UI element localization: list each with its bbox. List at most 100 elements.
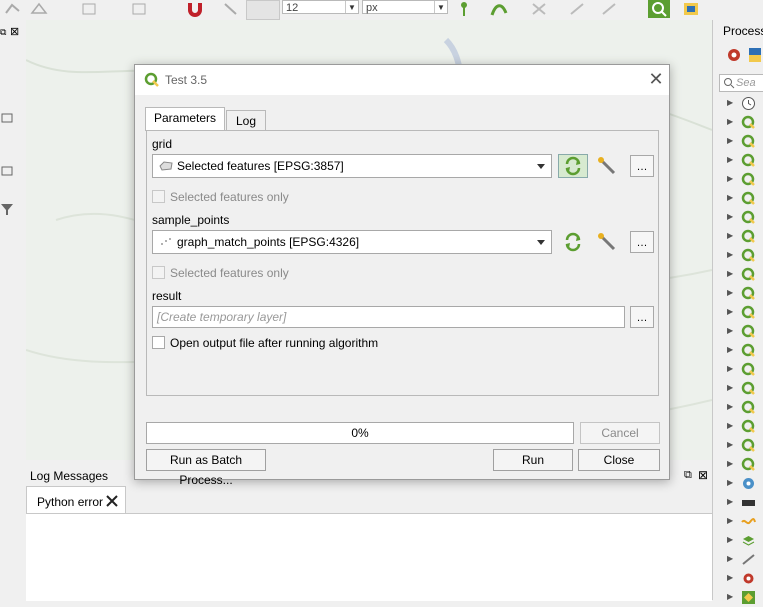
- expand-icon[interactable]: ▶: [727, 516, 733, 525]
- expand-icon[interactable]: ▶: [727, 383, 733, 392]
- grid-selected-only-checkbox[interactable]: [152, 190, 165, 203]
- browse-button[interactable]: …: [630, 155, 654, 177]
- tree-item-gdal[interactable]: ▶: [719, 493, 763, 512]
- tree-item[interactable]: ▶: [719, 208, 763, 227]
- tree-item[interactable]: ▶: [719, 132, 763, 151]
- open-output-checkbox[interactable]: [152, 336, 165, 349]
- cross-tool-icon[interactable]: [530, 1, 548, 17]
- add-part-icon[interactable]: [80, 1, 98, 17]
- expand-icon[interactable]: ▶: [727, 554, 733, 563]
- log-tab-python-error[interactable]: Python error: [26, 486, 126, 513]
- close-button[interactable]: Close: [578, 449, 660, 471]
- snap-type-icon[interactable]: [222, 1, 240, 17]
- tree-item-saga[interactable]: ▶: [719, 474, 763, 493]
- tree-item[interactable]: ▶: [719, 246, 763, 265]
- tree-item[interactable]: ▶: [719, 227, 763, 246]
- digitize-icon[interactable]: [30, 1, 48, 17]
- dock-float-icon[interactable]: ⧉: [0, 27, 6, 38]
- snap-tolerance-spinbox[interactable]: 12 ▼: [282, 0, 359, 14]
- iterate-over-layer-toggle[interactable]: [558, 230, 588, 254]
- output-options-button[interactable]: …: [630, 306, 654, 328]
- expand-icon[interactable]: ▶: [727, 136, 733, 145]
- tolerance-unit-select[interactable]: px ▼: [362, 0, 448, 14]
- tree-item[interactable]: ▶: [719, 379, 763, 398]
- expand-icon[interactable]: ▶: [727, 193, 733, 202]
- tree-item[interactable]: ▶: [719, 398, 763, 417]
- snap-mode-button[interactable]: [246, 0, 280, 20]
- cancel-button[interactable]: Cancel: [580, 422, 660, 444]
- chevron-down-icon[interactable]: [537, 240, 545, 245]
- dock-close-icon[interactable]: ⊠: [698, 468, 708, 482]
- python-scripts-icon[interactable]: [747, 46, 763, 64]
- split-tool-icon[interactable]: [568, 1, 586, 17]
- expand-icon[interactable]: ▶: [727, 98, 733, 107]
- sample-points-layer-select[interactable]: graph_match_points [EPSG:4326]: [152, 230, 552, 254]
- expand-icon[interactable]: ▶: [727, 478, 733, 487]
- chevron-down-icon[interactable]: [537, 164, 545, 169]
- dock-close-icon[interactable]: ⊠: [10, 25, 19, 38]
- close-tab-icon[interactable]: [105, 495, 119, 507]
- snapping-magnet-icon[interactable]: [186, 1, 204, 17]
- reshape-tool-icon[interactable]: [600, 1, 618, 17]
- dock-float-icon[interactable]: ⧉: [684, 469, 692, 482]
- expand-icon[interactable]: ▶: [727, 117, 733, 126]
- expand-icon[interactable]: ▶: [727, 535, 733, 544]
- tree-item[interactable]: ▶: [719, 303, 763, 322]
- node-tool-icon[interactable]: [4, 1, 22, 17]
- expand-icon[interactable]: ▶: [727, 326, 733, 335]
- expand-icon[interactable]: ▶: [727, 269, 733, 278]
- run-batch-button[interactable]: Run as Batch Process...: [146, 449, 266, 487]
- expand-icon[interactable]: ▶: [727, 155, 733, 164]
- tree-item-layers[interactable]: ▶: [719, 531, 763, 550]
- tree-item[interactable]: ▶: [719, 322, 763, 341]
- tree-item-models[interactable]: ▶: [719, 569, 763, 588]
- advanced-options-button[interactable]: [594, 230, 624, 254]
- chevron-down-icon[interactable]: ▼: [434, 1, 447, 13]
- layer-tool-icon[interactable]: [0, 112, 14, 124]
- tree-item-recent[interactable]: ▶: [719, 94, 763, 113]
- expand-icon[interactable]: ▶: [727, 231, 733, 240]
- tree-item[interactable]: ▶: [719, 113, 763, 132]
- pin-icon[interactable]: [455, 1, 473, 17]
- tree-item[interactable]: ▶: [719, 284, 763, 303]
- tree-item[interactable]: ▶: [719, 170, 763, 189]
- tree-item[interactable]: ▶: [719, 189, 763, 208]
- tab-parameters[interactable]: Parameters: [145, 107, 225, 131]
- close-icon[interactable]: ✕: [647, 70, 665, 88]
- filter-icon[interactable]: [0, 202, 14, 216]
- expand-icon[interactable]: ▶: [727, 307, 733, 316]
- delete-part-icon[interactable]: [130, 1, 148, 17]
- tree-item[interactable]: ▶: [719, 151, 763, 170]
- processing-toolbox-button[interactable]: [648, 0, 670, 18]
- spin-down-icon[interactable]: ▼: [345, 1, 358, 13]
- advanced-options-button[interactable]: [594, 154, 624, 178]
- trace-icon[interactable]: [490, 1, 508, 17]
- expand-icon[interactable]: ▶: [727, 174, 733, 183]
- expand-icon[interactable]: ▶: [727, 421, 733, 430]
- expand-icon[interactable]: ▶: [727, 212, 733, 221]
- expand-icon[interactable]: ▶: [727, 345, 733, 354]
- expand-icon[interactable]: ▶: [727, 440, 733, 449]
- expand-icon[interactable]: ▶: [727, 250, 733, 259]
- tree-item[interactable]: ▶: [719, 341, 763, 360]
- grid-layer-select[interactable]: Selected features [EPSG:3857]: [152, 154, 552, 178]
- tree-item[interactable]: ▶: [719, 417, 763, 436]
- models-gear-icon[interactable]: [725, 46, 743, 64]
- tree-item-lidar[interactable]: ▶: [719, 550, 763, 569]
- tree-item[interactable]: ▶: [719, 455, 763, 474]
- log-text-area[interactable]: [26, 513, 712, 601]
- expand-icon[interactable]: ▶: [727, 497, 733, 506]
- expand-icon[interactable]: ▶: [727, 573, 733, 582]
- tree-item-grass[interactable]: ▶: [719, 512, 763, 531]
- dialog-titlebar[interactable]: Test 3.5 ✕: [135, 65, 669, 95]
- tab-log[interactable]: Log: [226, 110, 266, 132]
- sample-points-selected-only-checkbox[interactable]: [152, 266, 165, 279]
- python-console-icon[interactable]: [682, 1, 700, 17]
- run-button[interactable]: Run: [493, 449, 573, 471]
- expand-icon[interactable]: ▶: [727, 288, 733, 297]
- tree-item-scripts[interactable]: ▶: [719, 588, 763, 607]
- result-output-input[interactable]: [Create temporary layer]: [152, 306, 625, 328]
- expand-icon[interactable]: ▶: [727, 459, 733, 468]
- expand-icon[interactable]: ▶: [727, 402, 733, 411]
- expand-icon[interactable]: ▶: [727, 364, 733, 373]
